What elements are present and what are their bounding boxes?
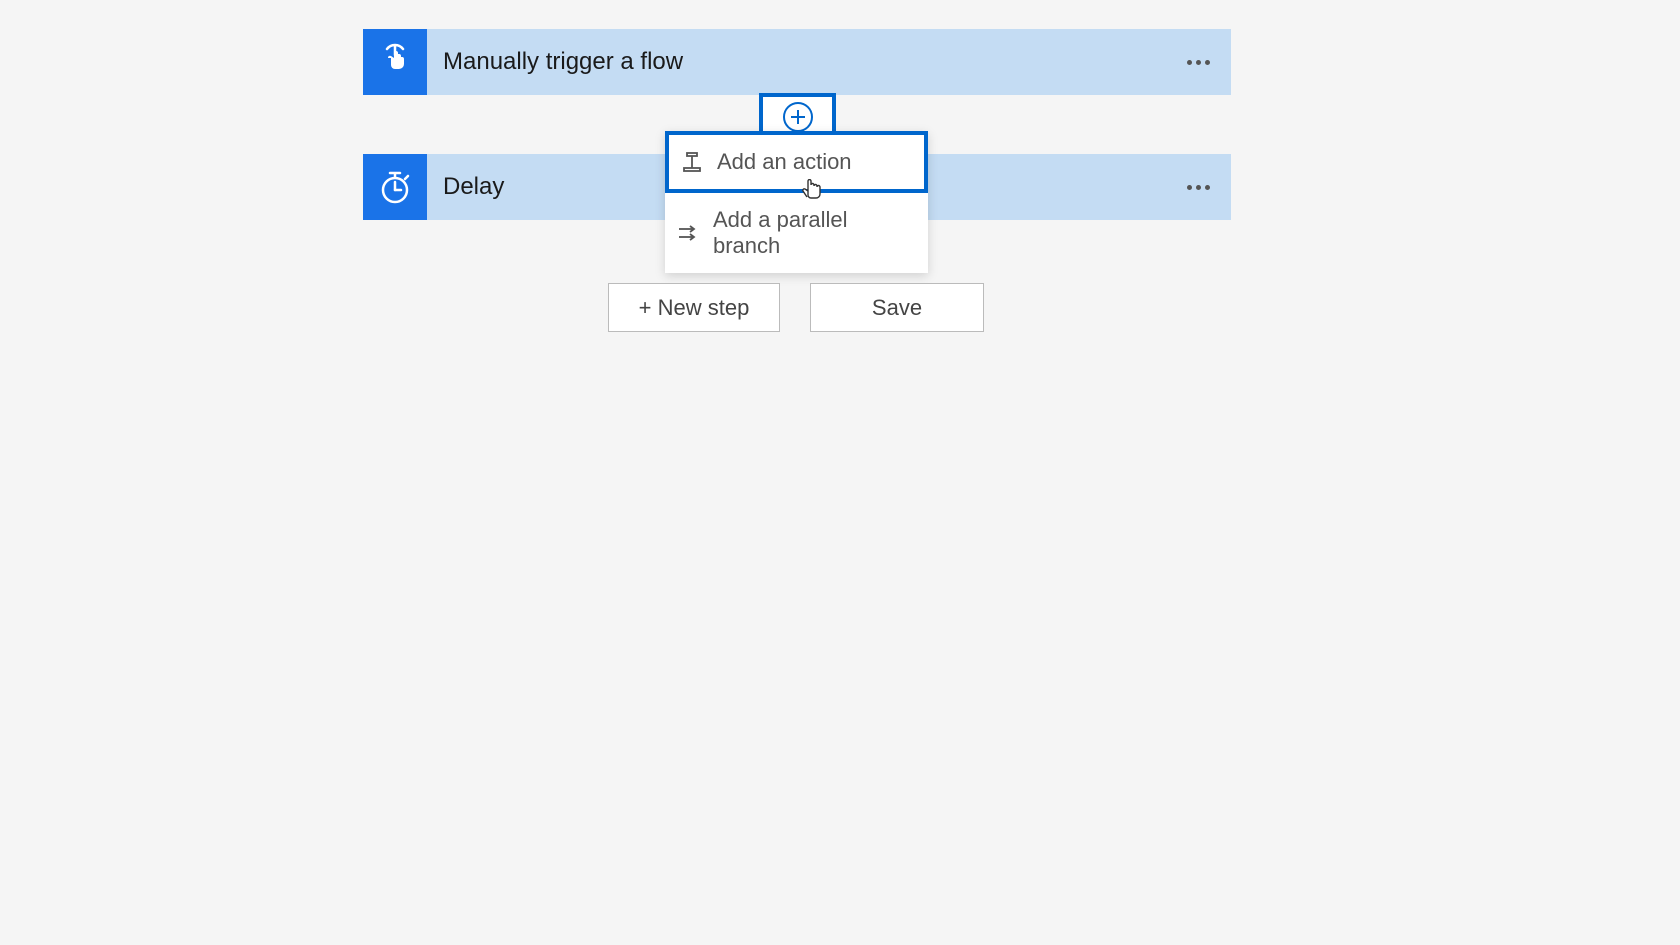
hand-tap-icon	[376, 43, 414, 81]
ellipsis-icon	[1187, 60, 1210, 65]
delay-menu-button[interactable]	[1173, 154, 1223, 220]
ellipsis-icon	[1187, 185, 1210, 190]
trigger-title: Manually trigger a flow	[443, 48, 1173, 76]
menu-item-add-action[interactable]: Add an action	[665, 131, 928, 193]
delay-icon	[363, 154, 427, 220]
trigger-card[interactable]: Manually trigger a flow	[363, 29, 1231, 95]
insert-menu: Add an action Add a parallel branch	[665, 131, 928, 273]
menu-item-label: Add an action	[717, 149, 852, 175]
add-action-icon	[681, 151, 703, 173]
parallel-branch-icon	[677, 222, 699, 244]
bottom-button-row: + New step Save	[608, 283, 984, 332]
flow-canvas: Manually trigger a flow Delay	[0, 0, 1680, 945]
new-step-button[interactable]: + New step	[608, 283, 780, 332]
save-button[interactable]: Save	[810, 283, 984, 332]
stopwatch-icon	[376, 168, 414, 206]
menu-item-label: Add a parallel branch	[713, 207, 916, 259]
plus-icon	[783, 102, 813, 132]
menu-item-add-parallel[interactable]: Add a parallel branch	[665, 193, 928, 273]
trigger-menu-button[interactable]	[1173, 29, 1223, 95]
trigger-icon	[363, 29, 427, 95]
